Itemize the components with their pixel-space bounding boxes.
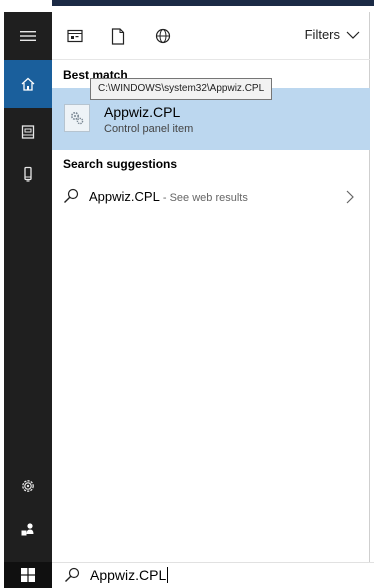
suggestion-label: Appwiz.CPL - See web results <box>89 189 248 204</box>
filters-dropdown[interactable]: Filters <box>305 27 360 42</box>
feedback-button[interactable] <box>4 506 52 554</box>
web-filter-icon <box>155 28 171 44</box>
control-panel-app-icon <box>64 104 90 132</box>
settings-button[interactable] <box>4 462 52 510</box>
search-results-panel: Filters Best match Appwiz.CPL Control pa… <box>52 12 370 562</box>
suggestion-query: Appwiz.CPL <box>89 189 160 204</box>
search-icon <box>65 567 80 582</box>
window-top-strip <box>0 0 374 12</box>
windows-logo-icon <box>21 568 35 582</box>
text-caret <box>167 567 169 583</box>
best-match-title: Appwiz.CPL <box>104 104 181 120</box>
suggestion-hint: - See web results <box>159 192 248 204</box>
search-input-value: Appwiz.CPL <box>90 567 167 583</box>
search-input[interactable]: Appwiz.CPL <box>90 567 169 583</box>
device-icon <box>24 166 32 182</box>
notebook-icon <box>21 125 35 139</box>
search-suggestions-heading: Search suggestions <box>63 157 178 171</box>
home-icon <box>21 77 35 91</box>
search-icon <box>64 188 79 203</box>
menu-button[interactable] <box>4 12 52 60</box>
start-button[interactable] <box>4 562 52 588</box>
home-button[interactable] <box>4 60 52 108</box>
left-rail <box>4 12 52 562</box>
filter-toolbar: Filters <box>52 12 370 60</box>
best-match-subtitle: Control panel item <box>104 123 194 135</box>
device-button[interactable] <box>4 150 52 198</box>
path-tooltip: C:\WINDOWS\system32\Appwiz.CPL <box>90 78 273 100</box>
notebook-button[interactable] <box>4 108 52 156</box>
desktop-edge <box>52 0 374 6</box>
filters-label: Filters <box>304 27 340 42</box>
apps-filter-button[interactable] <box>65 26 85 46</box>
web-suggestion-item[interactable]: Appwiz.CPL - See web results <box>52 182 370 212</box>
web-filter-button[interactable] <box>153 26 173 46</box>
settings-icon <box>22 480 34 492</box>
feedback-icon <box>21 523 34 536</box>
chevron-down-icon <box>346 31 360 39</box>
chevron-right-icon <box>346 190 354 204</box>
menu-icon <box>20 31 36 41</box>
documents-filter-button[interactable] <box>108 26 128 46</box>
documents-filter-icon <box>111 27 125 45</box>
apps-filter-icon <box>67 29 83 43</box>
search-box[interactable]: Appwiz.CPL <box>52 562 374 588</box>
taskbar: Appwiz.CPL <box>4 562 374 588</box>
